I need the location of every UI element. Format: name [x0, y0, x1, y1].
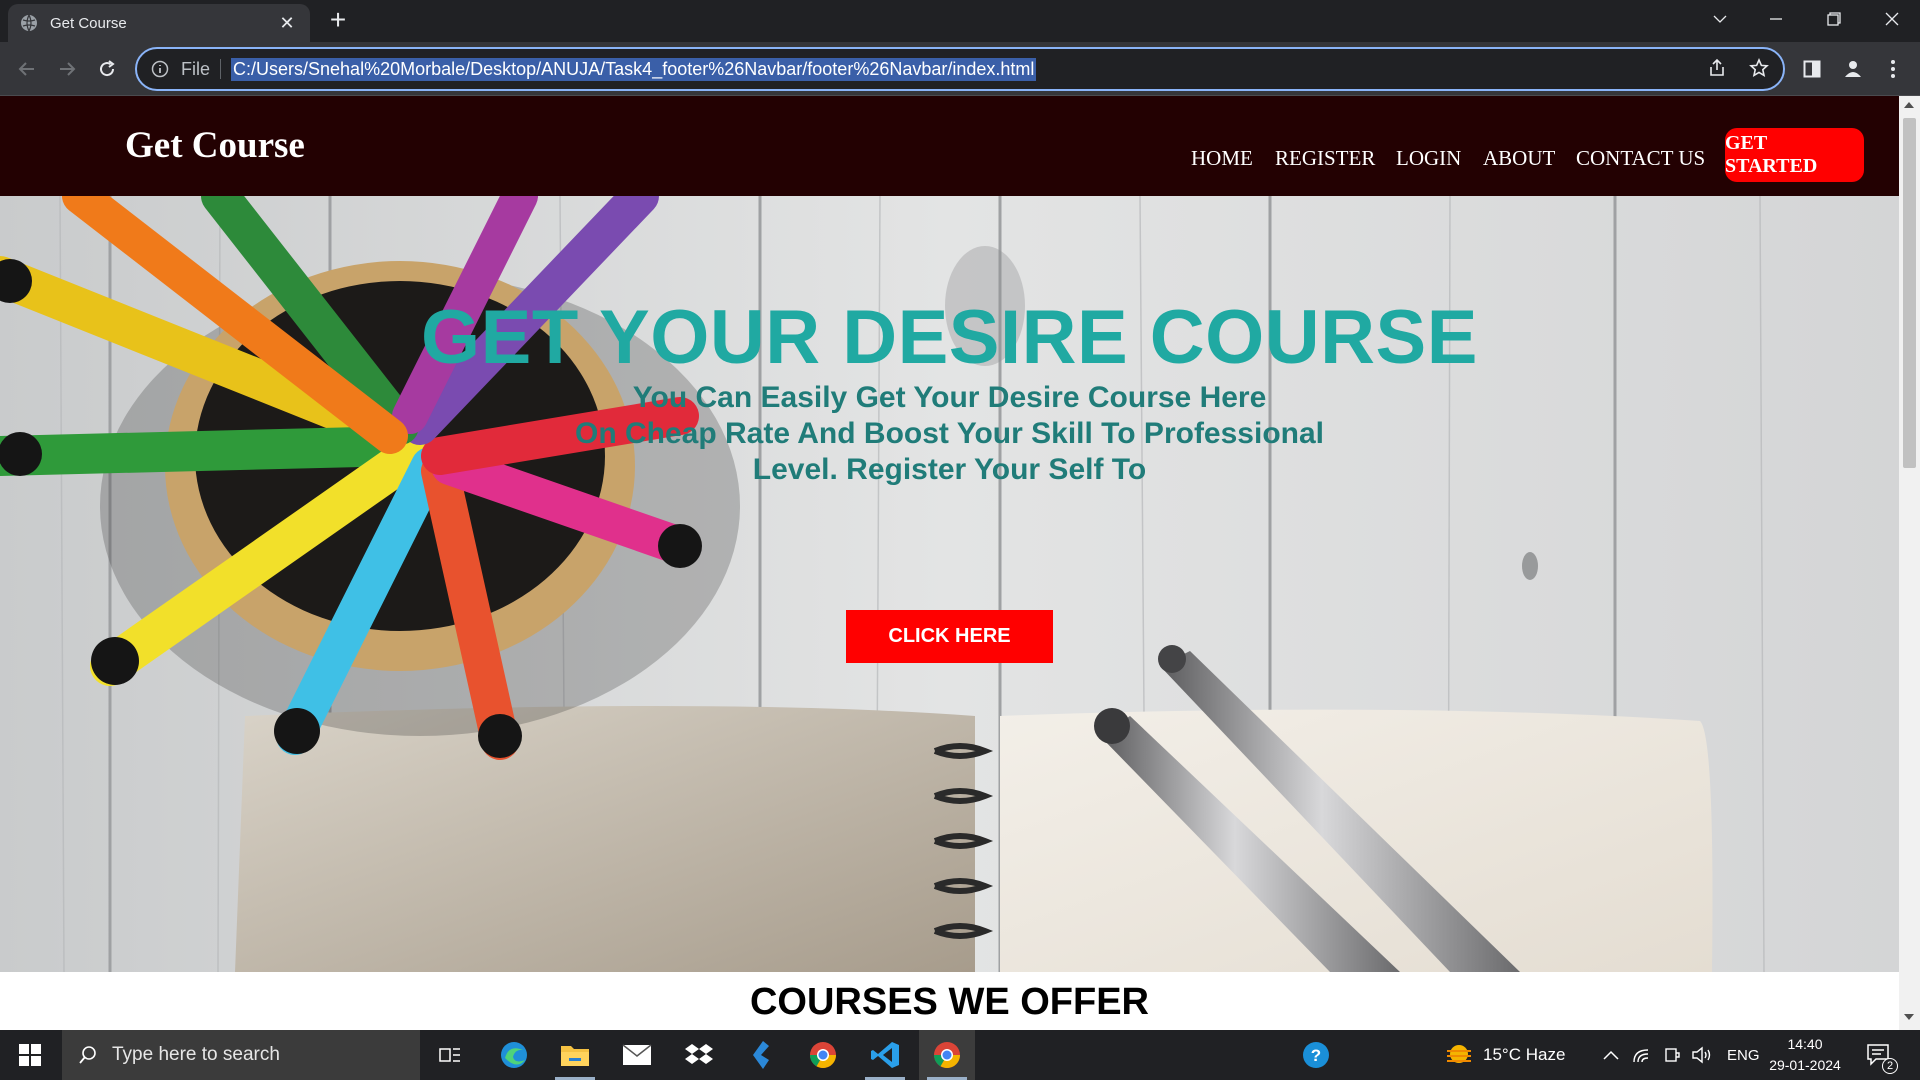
info-icon[interactable] [151, 60, 169, 78]
search-icon [79, 1046, 96, 1064]
taskbar-edge[interactable] [486, 1030, 542, 1080]
taskbar-dropbox[interactable] [671, 1030, 727, 1080]
page-viewport: Get Course HOME REGISTER LOGIN ABOUT CON… [0, 96, 1899, 1030]
nav-link-about[interactable]: ABOUT [1483, 146, 1555, 171]
edge-icon [501, 1042, 527, 1068]
power-automate-icon [753, 1041, 769, 1069]
minimize-icon [1770, 18, 1782, 20]
arrow-right-icon [60, 62, 76, 76]
clock-time: 14:40 [1787, 1036, 1823, 1052]
close-tab-icon[interactable]: ✕ [276, 13, 298, 34]
back-button[interactable] [12, 54, 42, 84]
reload-button[interactable] [92, 54, 122, 84]
scroll-down-arrow-icon[interactable] [1904, 1014, 1914, 1020]
start-button[interactable] [0, 1030, 60, 1080]
profile-icon [1845, 61, 1861, 77]
dropbox-icon [685, 1044, 713, 1064]
weather-text: 15°C Haze [1483, 1045, 1566, 1064]
hero-heading: GET YOUR DESIRE COURSE [421, 295, 1478, 380]
minimize-button[interactable] [1748, 0, 1804, 38]
menu-button[interactable] [1878, 54, 1908, 84]
notification-center-button[interactable]: 2 [1866, 1030, 1898, 1080]
taskbar-clock[interactable]: 14:40 29-01-2024 [1765, 1034, 1845, 1076]
volume-icon[interactable] [1691, 1046, 1713, 1064]
nav-link-login[interactable]: LOGIN [1396, 146, 1461, 171]
scrollbar-thumb[interactable] [1903, 118, 1916, 468]
url-scheme-label: File [181, 59, 222, 79]
page-scrollbar[interactable] [1899, 96, 1920, 1030]
hero-subtitle-line: You Can Easily Get Your Desire Course He… [632, 381, 1267, 414]
weather-widget[interactable]: 15°C Haze [1445, 1030, 1565, 1080]
restore-icon [1827, 12, 1841, 26]
taskbar-mail[interactable] [609, 1030, 665, 1080]
site-logo[interactable]: Get Course [125, 124, 305, 167]
reload-icon [100, 60, 115, 77]
share-icon[interactable] [1707, 58, 1727, 78]
arrow-left-icon [18, 62, 34, 76]
close-window-button[interactable] [1864, 0, 1920, 38]
courses-section-title: COURSES WE OFFER [749, 981, 1150, 1023]
taskbar-vscode[interactable] [857, 1030, 913, 1080]
chrome-icon [933, 1042, 961, 1069]
hero-subtitle-line: Level. Register Your Self To [752, 453, 1147, 486]
windows-logo-icon [19, 1044, 41, 1066]
browser-tab[interactable]: Get Course ✕ [8, 4, 310, 42]
close-icon [1885, 12, 1899, 26]
taskbar-chrome-alt[interactable] [795, 1030, 851, 1080]
taskbar-power-automate[interactable] [733, 1030, 789, 1080]
new-tab-button[interactable]: + [324, 6, 352, 34]
url-text[interactable]: C:/Users/Snehal%20Morbale/Desktop/ANUJA/… [231, 57, 1037, 81]
profile-button[interactable] [1838, 54, 1868, 84]
haze-weather-icon [1447, 1045, 1471, 1063]
system-tray-icons: ENG [1603, 1030, 1760, 1080]
hero-section: GET YOUR DESIRE COURSE You Can Easily Ge… [0, 196, 1899, 972]
windows-taskbar: Type here to search ? 15°C Haze ENG 14:4… [0, 1030, 1920, 1080]
taskbar-file-explorer[interactable] [547, 1030, 603, 1080]
mail-icon [622, 1044, 652, 1065]
notification-count-badge: 2 [1882, 1058, 1898, 1074]
get-started-button[interactable]: GET STARTED [1725, 128, 1864, 182]
nav-link-contact[interactable]: CONTACT US [1576, 146, 1705, 171]
hero-subtitle: You Can Easily Get Your Desire Course He… [0, 380, 1899, 488]
task-view-icon [439, 1048, 460, 1062]
hero-subtitle-line: On Cheap Rate And Boost Your Skill To Pr… [575, 417, 1324, 450]
network-icon[interactable] [1633, 1047, 1651, 1063]
task-view-button[interactable] [422, 1030, 478, 1080]
nav-link-register[interactable]: REGISTER [1275, 146, 1375, 171]
battery-icon[interactable] [1663, 1046, 1681, 1064]
address-bar[interactable]: File C:/Users/Snehal%20Morbale/Desktop/A… [135, 47, 1785, 91]
restore-button[interactable] [1806, 0, 1862, 38]
taskbar-help[interactable]: ? [1288, 1030, 1344, 1080]
chevron-up-icon[interactable] [1603, 1050, 1619, 1060]
kebab-menu-icon [1891, 60, 1895, 78]
scroll-up-arrow-icon[interactable] [1904, 102, 1914, 108]
vscode-icon [871, 1042, 899, 1068]
click-here-button[interactable]: CLICK HERE [846, 610, 1053, 663]
browser-toolbar: File C:/Users/Snehal%20Morbale/Desktop/A… [0, 42, 1920, 96]
folder-icon [561, 1046, 589, 1066]
taskbar-search-box[interactable]: Type here to search [62, 1030, 420, 1080]
search-placeholder: Type here to search [112, 1044, 280, 1065]
globe-icon [21, 14, 37, 32]
star-icon[interactable] [1749, 58, 1769, 78]
help-icon: ? [1303, 1042, 1329, 1068]
chrome-icon [809, 1042, 837, 1069]
svg-text:?: ? [1311, 1046, 1321, 1065]
side-panel-icon [1803, 60, 1821, 78]
tab-title: Get Course [50, 14, 127, 32]
nav-link-home[interactable]: HOME [1191, 146, 1253, 171]
browser-tab-strip: Get Course ✕ + [0, 0, 1920, 42]
site-navbar: Get Course HOME REGISTER LOGIN ABOUT CON… [0, 96, 1899, 196]
tab-search-button[interactable] [1692, 0, 1748, 38]
forward-button[interactable] [52, 54, 82, 84]
clock-date: 29-01-2024 [1769, 1057, 1841, 1073]
side-panel-button[interactable] [1797, 54, 1827, 84]
taskbar-chrome[interactable] [919, 1030, 975, 1080]
chevron-down-icon [1713, 15, 1727, 23]
language-indicator[interactable]: ENG [1727, 1047, 1760, 1064]
